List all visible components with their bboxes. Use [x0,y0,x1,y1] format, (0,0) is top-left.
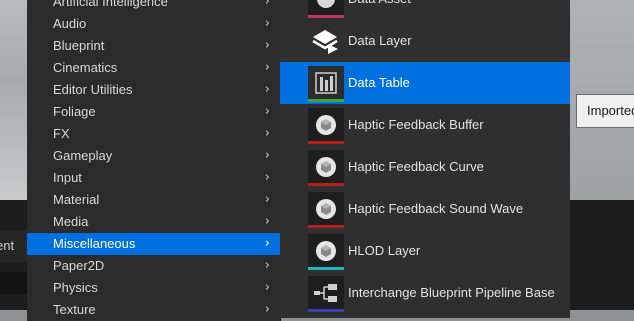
menu-item-texture[interactable]: Texture › [27,299,280,321]
menu-item-label: Input [53,170,82,185]
asset-item-label: Haptic Feedback Sound Wave [348,201,524,216]
chevron-right-icon: › [264,280,270,295]
chevron-right-icon: › [264,16,270,31]
cube-icon [308,108,344,144]
chevron-right-icon: › [264,236,270,251]
menu-item-media[interactable]: Media › [27,211,280,233]
asset-item-data-asset[interactable]: Data Asset [280,0,570,20]
menu-item-label: Blueprint [53,38,105,53]
menu-item-fx[interactable]: FX › [27,123,280,145]
menu-item-editor-utilities[interactable]: Editor Utilities › [27,79,280,101]
chevron-right-icon: › [264,38,270,53]
menu-item-label: Miscellaneous [53,236,136,251]
asset-submenu: Data Asset Data Layer Data Table Haptic … [280,0,570,318]
menu-item-label: Artificial Intelligence [53,0,168,9]
pipeline-icon [308,276,344,312]
asset-type-stripe [308,309,344,312]
asset-item-hlod-layer[interactable]: HLOD Layer [280,230,570,272]
chevron-right-icon: › [264,302,270,317]
menu-item-label: Audio [53,16,87,31]
asset-type-stripe [308,99,344,102]
menu-item-label: Physics [53,280,98,295]
chevron-right-icon: › [264,104,270,119]
chevron-right-icon: › [264,126,270,141]
asset-item-label: HLOD Layer [348,243,421,258]
menu-item-label: Paper2D [53,258,105,273]
chevron-right-icon: › [264,0,270,9]
chevron-right-icon: › [264,170,270,185]
cube-icon [308,234,344,270]
asset-item-label: Interchange Blueprint Pipeline Base [348,285,555,300]
menu-item-label: FX [53,126,70,141]
data-table-icon [308,66,344,102]
data-layer-icon [308,24,344,60]
cube-icon [308,150,344,186]
chevron-right-icon: › [264,258,270,273]
menu-item-material[interactable]: Material › [27,189,280,211]
asset-item-haptic-feedback-curve[interactable]: Haptic Feedback Curve [280,146,570,188]
menu-item-input[interactable]: Input › [27,167,280,189]
menu-item-cinematics[interactable]: Cinematics › [27,57,280,79]
asset-item-interchange-blueprint-pipeline-base[interactable]: Interchange Blueprint Pipeline Base [280,272,570,314]
menu-item-blueprint[interactable]: Blueprint › [27,35,280,57]
chevron-right-icon: › [264,192,270,207]
asset-type-stripe [308,225,344,228]
asset-type-stripe [308,267,344,270]
chevron-right-icon: › [264,214,270,229]
cube-icon [308,192,344,228]
asset-type-stripe [308,141,344,144]
asset-item-haptic-feedback-sound-wave[interactable]: Haptic Feedback Sound Wave [280,188,570,230]
menu-item-audio[interactable]: Audio › [27,13,280,35]
background-field [0,272,28,294]
data-asset-icon [308,0,344,18]
menu-item-label: Cinematics [53,60,118,75]
menu-item-physics[interactable]: Physics › [27,277,280,299]
asset-item-label: Haptic Feedback Curve [348,159,484,174]
menu-item-label: Foliage [53,104,96,119]
menu-item-label: Gameplay [53,148,113,163]
menu-item-label: Media [53,214,89,229]
chevron-right-icon: › [264,60,270,75]
asset-item-haptic-feedback-buffer[interactable]: Haptic Feedback Buffer [280,104,570,146]
tooltip: Imported [576,94,634,128]
asset-item-label: Data Table [348,75,410,90]
asset-item-label: Data Layer [348,33,412,48]
asset-item-data-table[interactable]: Data Table [280,62,570,104]
menu-item-gameplay[interactable]: Gameplay › [27,145,280,167]
background-tab[interactable]: ent [0,230,28,262]
asset-item-data-layer[interactable]: Data Layer [280,20,570,62]
menu-item-foliage[interactable]: Foliage › [27,101,280,123]
menu-item-artificial-intelligence[interactable]: Artificial Intelligence › [27,0,280,13]
chevron-right-icon: › [264,82,270,97]
menu-item-miscellaneous[interactable]: Miscellaneous › [27,233,280,255]
chevron-right-icon: › [264,148,270,163]
menu-item-label: Editor Utilities [53,82,133,97]
asset-item-label: Haptic Feedback Buffer [348,117,484,132]
asset-type-stripe [308,183,344,186]
menu-item-label: Material [53,192,100,207]
category-menu: Artificial Intelligence › Audio › Blueprin… [27,0,281,321]
asset-type-stripe [308,15,344,18]
asset-item-label: Data Asset [348,0,411,20]
menu-item-paper2d[interactable]: Paper2D › [27,255,280,277]
